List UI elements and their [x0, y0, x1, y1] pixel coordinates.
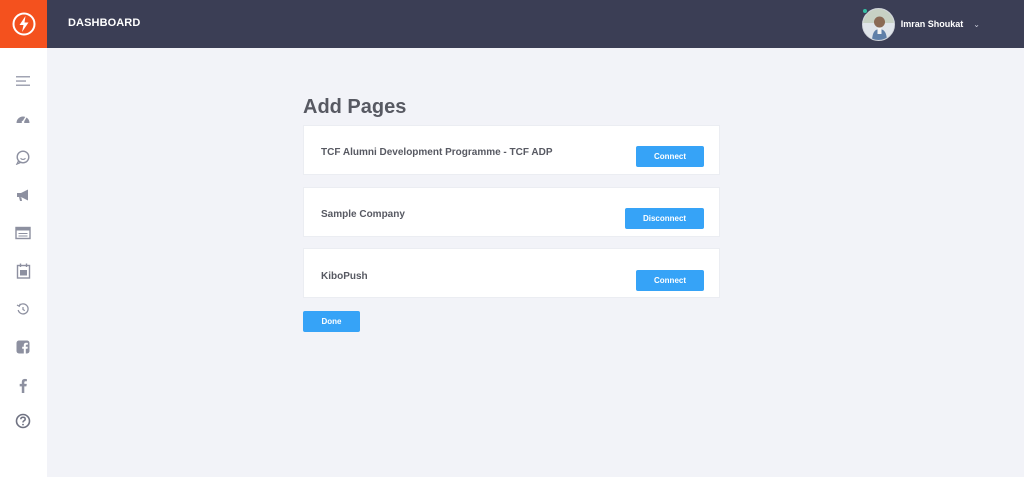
browser-window-icon[interactable] [14, 224, 32, 242]
connect-button[interactable]: Connect [636, 146, 704, 167]
header-title: DASHBOARD [68, 17, 141, 29]
chevron-down-icon[interactable]: ⌄ [973, 20, 980, 29]
page-name: KiboPush [321, 271, 368, 282]
megaphone-icon[interactable] [14, 186, 32, 204]
connect-button[interactable]: Connect [636, 270, 704, 291]
history-icon[interactable] [14, 300, 32, 318]
page-card: Sample Company Disconnect [303, 187, 720, 237]
facebook-icon[interactable] [14, 376, 32, 394]
user-photo [862, 8, 894, 40]
facebook-square-icon[interactable] [14, 338, 32, 356]
page-name: Sample Company [321, 209, 405, 220]
page-name: TCF Alumni Development Programme - TCF A… [321, 147, 553, 158]
toggle-menu-icon[interactable] [14, 72, 32, 90]
dashboard-gauge-icon[interactable] [14, 110, 32, 128]
page-card: TCF Alumni Development Programme - TCF A… [303, 125, 720, 175]
sidebar [0, 48, 47, 477]
lightning-logo-icon [12, 12, 35, 36]
chat-bubble-icon[interactable] [14, 148, 32, 166]
app-logo[interactable] [0, 0, 47, 48]
calendar-icon[interactable] [14, 262, 32, 280]
done-button[interactable]: Done [303, 311, 360, 332]
page-title: Add Pages [303, 96, 407, 118]
online-status-dot [861, 7, 868, 14]
user-name: Imran Shoukat [900, 19, 964, 29]
help-icon[interactable] [14, 412, 32, 430]
user-menu[interactable]: Imran Shoukat ⌄ [861, 7, 980, 41]
disconnect-button[interactable]: Disconnect [625, 208, 704, 229]
page-card: KiboPush Connect [303, 248, 720, 298]
top-header: DASHBOARD Imran Shoukat ⌄ [47, 0, 1024, 48]
